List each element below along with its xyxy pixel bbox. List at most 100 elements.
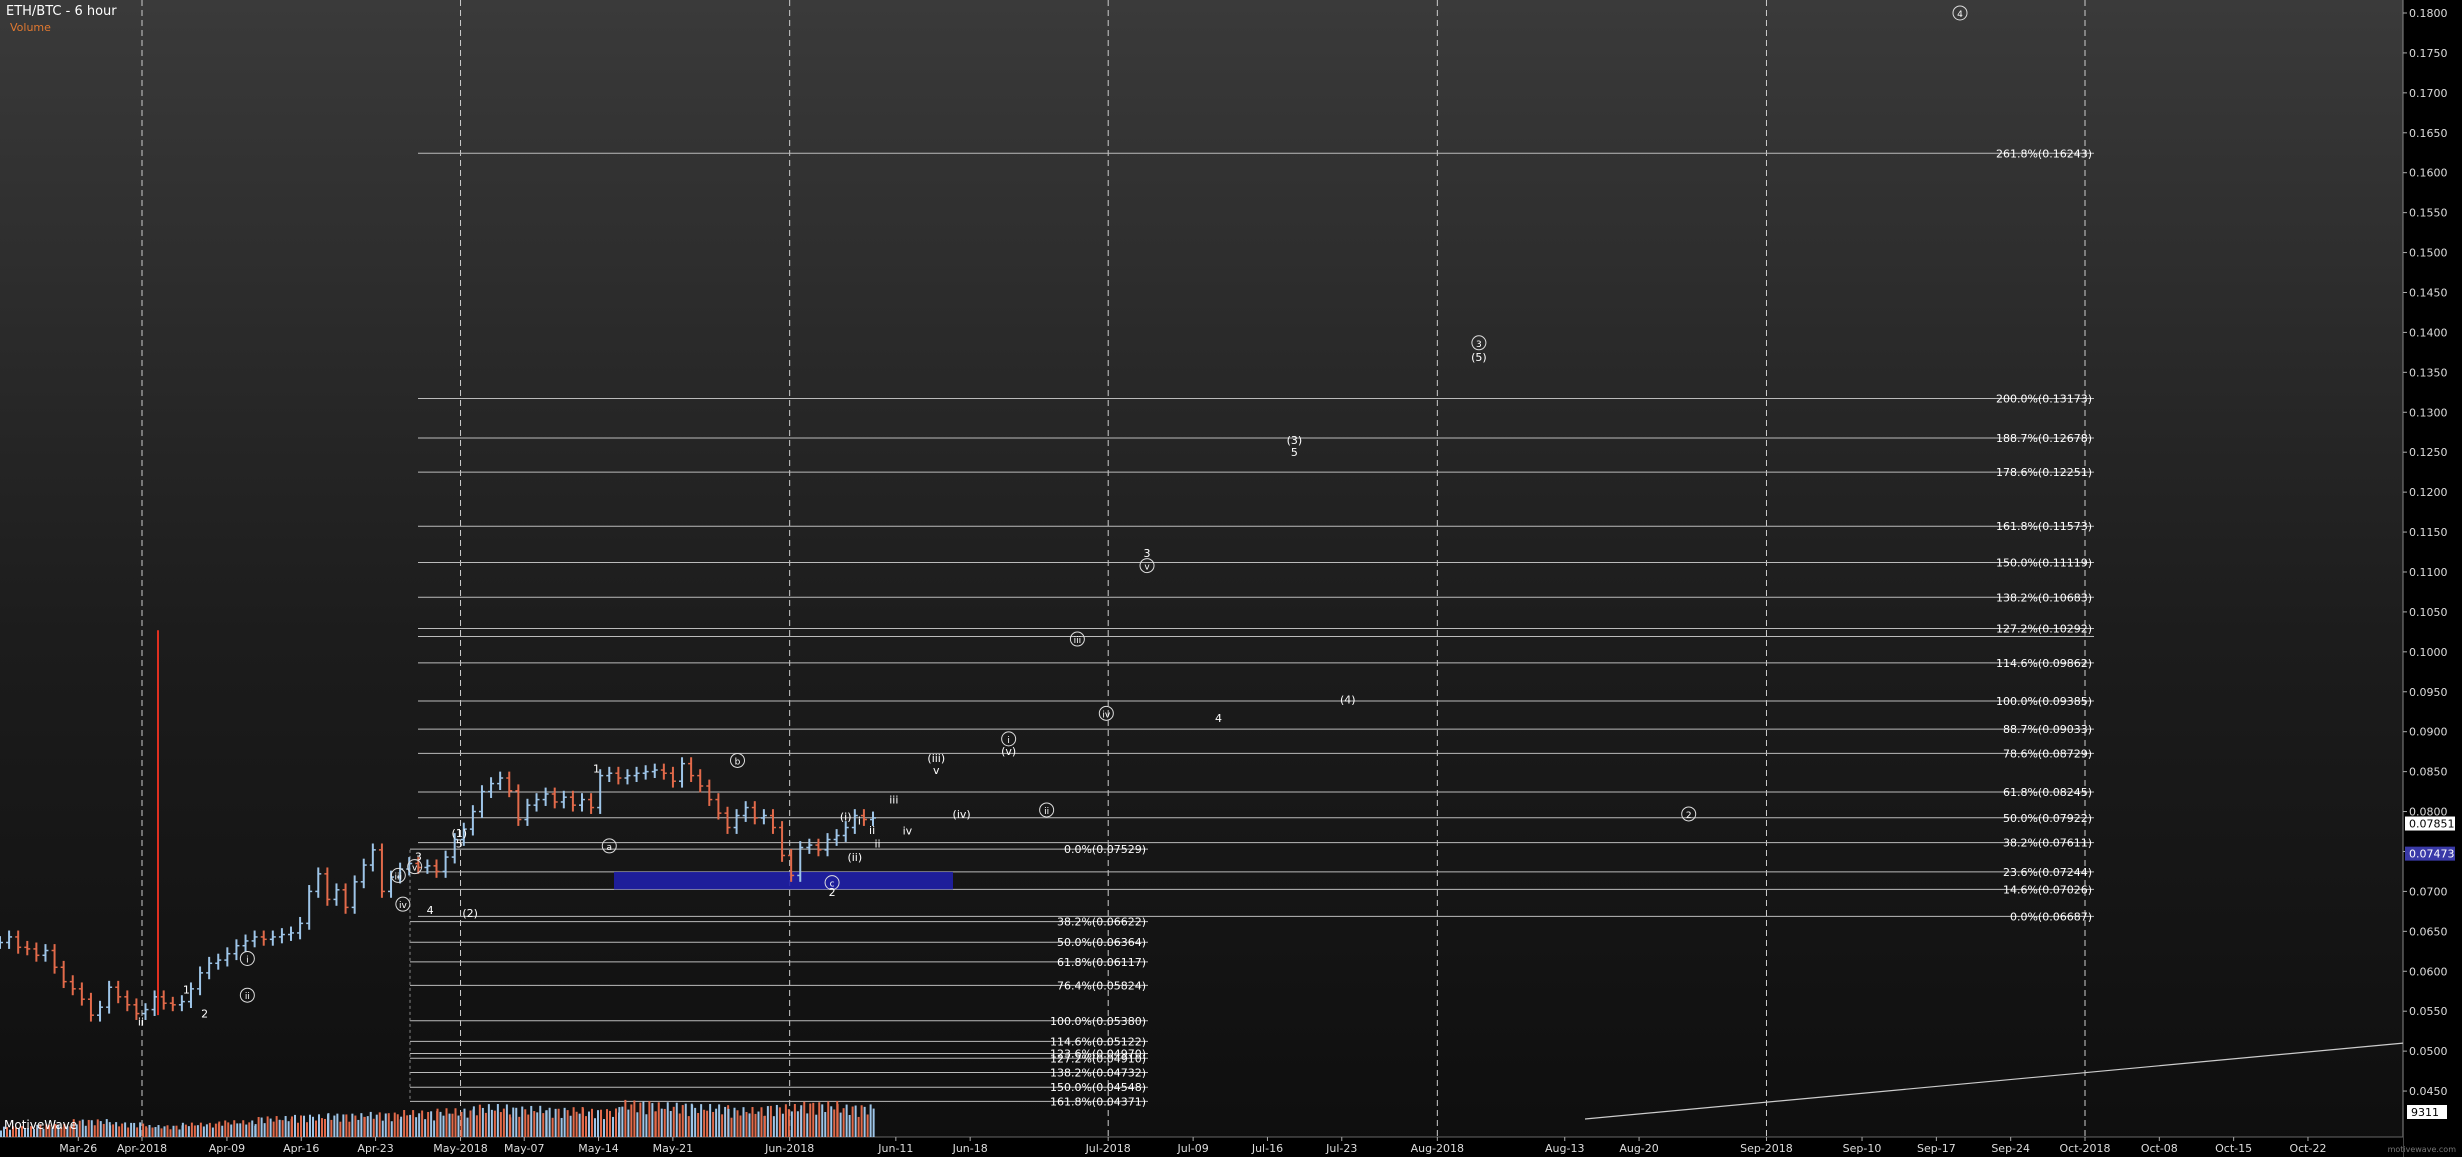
volume-bar: [678, 1113, 681, 1137]
volume-bar: [845, 1104, 848, 1137]
volume-bar: [354, 1115, 357, 1137]
volume-bar: [515, 1107, 518, 1137]
fib-level-label: 178.6%(0.12251): [1996, 466, 2092, 479]
volume-bar: [582, 1108, 584, 1137]
volume-bar: [424, 1119, 427, 1137]
volume-bar: [448, 1113, 451, 1137]
price-tick-label: 0.1650: [2409, 127, 2448, 140]
price-tick-label: 0.0950: [2409, 686, 2448, 699]
fib-level-label: 38.2%(0.06622): [1057, 916, 1146, 929]
volume-bar: [124, 1122, 127, 1137]
volume-bar: [578, 1113, 581, 1137]
volume-bar: [130, 1122, 133, 1137]
volume-bar: [618, 1107, 621, 1137]
wave-label: i: [246, 955, 249, 965]
volume-bar: [463, 1108, 466, 1137]
volume-bar: [430, 1111, 433, 1137]
fib-level-label: 200.0%(0.13173): [1996, 392, 2092, 405]
volume-bar: [205, 1124, 208, 1137]
volume-bar: [281, 1120, 284, 1137]
volume-bar: [727, 1108, 730, 1137]
volume-bar: [524, 1109, 527, 1137]
volume-bar: [306, 1122, 308, 1137]
volume-bar: [400, 1116, 403, 1137]
volume-bar: [536, 1112, 539, 1137]
fib-level-label: 23.6%(0.07244): [2003, 866, 2092, 879]
volume-bar: [781, 1113, 784, 1137]
volume-bar: [190, 1122, 193, 1137]
volume-bar: [248, 1122, 251, 1137]
volume-bar: [242, 1120, 245, 1137]
volume-bar: [636, 1112, 639, 1137]
volume-bar: [393, 1112, 396, 1137]
volume-bar: [709, 1104, 712, 1137]
wave-label: iii: [1074, 636, 1082, 646]
price-tick-label: 0.1750: [2409, 47, 2448, 60]
fib-level-label: 114.6%(0.09862): [1996, 657, 2092, 670]
wave-label: v: [1144, 563, 1150, 573]
price-tick-label: 0.1250: [2409, 446, 2448, 459]
price-tick-label: 0.0600: [2409, 965, 2448, 978]
volume-bar: [375, 1114, 378, 1137]
volume-bar: [418, 1113, 421, 1137]
volume-bar: [763, 1115, 766, 1137]
volume-bar: [87, 1119, 90, 1137]
volume-bar: [233, 1120, 236, 1137]
volume-bar: [472, 1106, 475, 1137]
fib-level-label: 127.2%(0.10292): [1996, 623, 2092, 636]
volume-bar: [666, 1102, 669, 1137]
volume-bar: [660, 1108, 663, 1137]
volume-bar: [81, 1119, 84, 1137]
volume-bar: [275, 1116, 278, 1137]
price-tick-label: 0.1150: [2409, 526, 2448, 539]
volume-bar: [208, 1122, 211, 1137]
volume-bar: [105, 1119, 108, 1137]
volume-bar: [230, 1124, 233, 1137]
volume-bar: [303, 1115, 305, 1137]
volume-bar: [172, 1125, 175, 1137]
volume-bar: [415, 1117, 418, 1137]
volume-bar: [421, 1110, 424, 1137]
volume-bar: [712, 1111, 715, 1137]
chart-svg[interactable]: 0.0450 0.0500 0.0550 0.0600 0.0650 0.0700 0.07…: [0, 0, 2462, 1157]
volume-bar: [663, 1108, 666, 1137]
volume-bar: [112, 1124, 115, 1137]
volume-bar: [869, 1104, 872, 1137]
time-tick-label: Jul-23: [1325, 1142, 1357, 1155]
volume-bar: [318, 1114, 320, 1137]
chart-area[interactable]: 0.0450 0.0500 0.0550 0.0600 0.0650 0.0700 0.07…: [0, 0, 2462, 1157]
volume-bar: [730, 1117, 733, 1137]
volume-bar: [633, 1100, 636, 1137]
volume-bar: [848, 1114, 851, 1137]
volume-bar: [196, 1125, 199, 1137]
trend-line: [1584, 1042, 2404, 1120]
volume-bar: [487, 1104, 490, 1137]
volume-bar: [836, 1104, 839, 1137]
fib-level-label: 78.6%(0.08729): [2003, 747, 2092, 760]
volume-bar: [603, 1119, 605, 1137]
fib-level-label: 38.2%(0.07611): [2003, 837, 2092, 850]
volume-bar: [251, 1120, 254, 1137]
price-tick-label: 0.1450: [2409, 286, 2448, 299]
volume-bar: [157, 1125, 160, 1137]
volume-bar: [187, 1126, 190, 1137]
volume-bar: [457, 1115, 460, 1137]
volume-bar: [372, 1118, 375, 1137]
volume-bar: [169, 1129, 172, 1137]
volume-bar: [736, 1110, 739, 1137]
volume-bar: [591, 1108, 593, 1137]
volume-bar: [327, 1113, 330, 1137]
volume-bar: [163, 1126, 166, 1137]
volume-bar: [214, 1123, 217, 1137]
volume-bar: [718, 1104, 721, 1137]
volume-bar: [266, 1116, 269, 1137]
price-tick-label: 0.1350: [2409, 366, 2448, 379]
volume-bar: [133, 1122, 136, 1137]
wave-label: 5: [1291, 446, 1298, 459]
volume-bar: [496, 1104, 499, 1137]
fib-level-label: 61.8%(0.08245): [2003, 786, 2092, 799]
volume-bar: [863, 1106, 866, 1137]
wave-label: i: [858, 814, 861, 827]
volume-bar: [778, 1107, 781, 1137]
volume-bar: [151, 1127, 154, 1137]
